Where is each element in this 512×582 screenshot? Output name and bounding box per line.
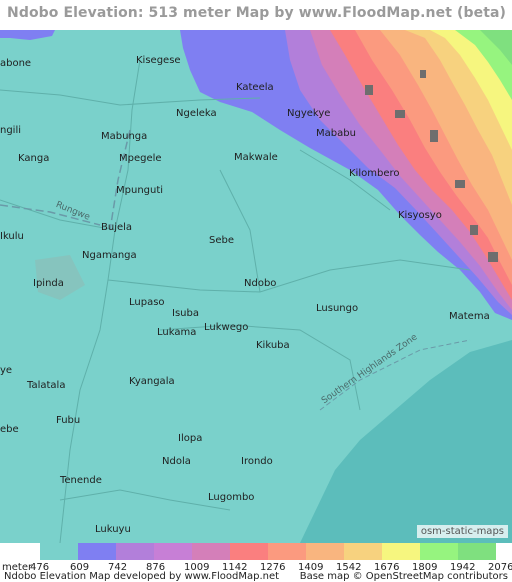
place-label: Matema <box>449 311 490 322</box>
legend-swatch <box>40 543 78 560</box>
title-bar: Ndobo Elevation: 513 meter Map by www.Fl… <box>0 0 512 30</box>
legend-swatches <box>40 543 496 560</box>
place-label: Ngamanga <box>82 250 137 261</box>
place-label: Lupaso <box>129 297 165 308</box>
place-label: Kisyosyo <box>398 210 442 221</box>
legend-swatch <box>382 543 420 560</box>
place-label: Kikuba <box>256 340 290 351</box>
place-label: Makwale <box>234 152 278 163</box>
place-label: Lugombo <box>208 492 255 503</box>
legend-swatch <box>116 543 154 560</box>
legend-swatch <box>458 543 496 560</box>
legend-swatch <box>154 543 192 560</box>
legend-swatch <box>230 543 268 560</box>
legend-swatch <box>78 543 116 560</box>
legend-swatch <box>306 543 344 560</box>
place-label: Bujela <box>101 222 133 233</box>
place-label: Ngyekye <box>287 108 331 119</box>
place-label: Ngeleka <box>176 108 217 119</box>
place-label: Irondo <box>241 456 273 467</box>
place-label: Lusungo <box>316 303 359 314</box>
place-label: Lukuyu <box>95 524 131 535</box>
place-label: Mpegele <box>119 153 162 164</box>
place-label: ebe <box>0 424 19 435</box>
elevation-legend: meter 476 609 742 876 1009 1142 1276 1409 1542 16… <box>0 543 512 582</box>
place-label: ngili <box>0 125 22 136</box>
map-title: Ndobo Elevation: 513 meter Map by www.Fl… <box>7 5 507 21</box>
place-label: Ikulu <box>0 231 24 242</box>
place-label: Ilopa <box>178 433 203 444</box>
elevation-map[interactable]: Kisegese abone Kateela Ngyekye Mababu Ng… <box>0 30 512 543</box>
place-label: Kisegese <box>136 55 181 66</box>
place-label: Isuba <box>172 308 199 319</box>
place-label: Talatala <box>27 380 66 391</box>
place-label: ye <box>0 365 13 376</box>
legend-swatch <box>344 543 382 560</box>
place-label: Ndola <box>162 456 191 467</box>
footer-credit: Ndobo Elevation Map developed by www.Flo… <box>4 571 280 582</box>
place-label: Sebe <box>209 235 234 246</box>
place-label: Kyangala <box>129 376 175 387</box>
place-label: Tenende <box>60 475 102 486</box>
place-label: Mababu <box>316 128 356 139</box>
place-label: Kilombero <box>349 168 400 179</box>
legend-swatch <box>268 543 306 560</box>
osm-static-maps-badge: osm-static-maps <box>416 525 508 538</box>
place-label: Ndobo <box>244 278 277 289</box>
footer-attribution: Base map © OpenStreetMap contributors <box>299 571 508 582</box>
legend-swatch <box>192 543 230 560</box>
place-label: Kateela <box>236 82 274 93</box>
place-label: Lukama <box>157 327 197 338</box>
place-label: Kanga <box>18 153 50 164</box>
place-label: Lukwego <box>204 322 249 333</box>
place-label: Mabunga <box>101 131 148 142</box>
legend-swatch <box>420 543 458 560</box>
place-label: abone <box>0 58 32 69</box>
place-label: Mpunguti <box>116 185 164 196</box>
place-label: Fubu <box>56 415 81 426</box>
place-label: Ipinda <box>33 278 64 289</box>
